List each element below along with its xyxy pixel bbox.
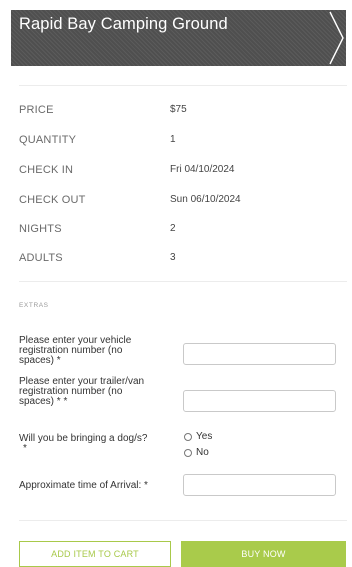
label-line: * <box>23 443 27 454</box>
detail-value: 2 <box>170 223 176 234</box>
label-line: spaces) * <box>19 355 61 366</box>
label-line: Will you be bringing a dog/s? <box>19 433 148 444</box>
extras-heading: EXTRAS <box>19 302 49 309</box>
add-to-cart-button[interactable]: ADD ITEM TO CART <box>19 541 171 567</box>
detail-row-nights: NIGHTS 2 <box>19 223 339 241</box>
divider <box>19 281 347 282</box>
page-title: Rapid Bay Camping Ground <box>19 15 228 33</box>
detail-value: 3 <box>170 252 176 263</box>
detail-label: ADULTS <box>19 252 63 264</box>
divider <box>19 85 347 86</box>
buy-now-button[interactable]: BUY NOW <box>181 541 346 567</box>
detail-value: Sun 06/10/2024 <box>170 194 241 205</box>
detail-row-adults: ADULTS 3 <box>19 252 339 270</box>
title-banner: Rapid Bay Camping Ground <box>11 10 346 66</box>
divider <box>19 520 347 521</box>
detail-label: NIGHTS <box>19 223 62 235</box>
detail-row-check-in: CHECK IN Fri 04/10/2024 <box>19 164 339 182</box>
detail-label: QUANTITY <box>19 134 77 146</box>
detail-label: PRICE <box>19 104 54 116</box>
detail-value: 1 <box>170 134 176 145</box>
dog-question-label: Will you be bringing a dog/s? * <box>19 434 147 454</box>
detail-label: CHECK OUT <box>19 194 86 206</box>
detail-label: CHECK IN <box>19 164 74 176</box>
chevron-right-icon <box>329 11 344 65</box>
detail-value: Fri 04/10/2024 <box>170 164 235 175</box>
detail-row-check-out: CHECK OUT Sun 06/10/2024 <box>19 194 339 212</box>
arrival-time-input[interactable] <box>183 474 336 496</box>
radio-no-circle[interactable] <box>184 449 192 457</box>
radio-no-label: No <box>196 447 209 458</box>
trailer-registration-input[interactable] <box>183 390 336 412</box>
detail-value: $75 <box>170 104 187 115</box>
detail-row-quantity: QUANTITY 1 <box>19 134 339 152</box>
vehicle-registration-label: Please enter your vehicle registration n… <box>19 336 131 366</box>
trailer-registration-label: Please enter your trailer/van registrati… <box>19 377 144 407</box>
radio-yes-label: Yes <box>196 431 213 442</box>
detail-row-price: PRICE $75 <box>19 104 339 122</box>
vehicle-registration-input[interactable] <box>183 343 336 365</box>
label-line: spaces) * * <box>19 396 68 407</box>
arrival-time-label: Approximate time of Arrival: * <box>19 480 148 491</box>
radio-yes-circle[interactable] <box>184 433 192 441</box>
